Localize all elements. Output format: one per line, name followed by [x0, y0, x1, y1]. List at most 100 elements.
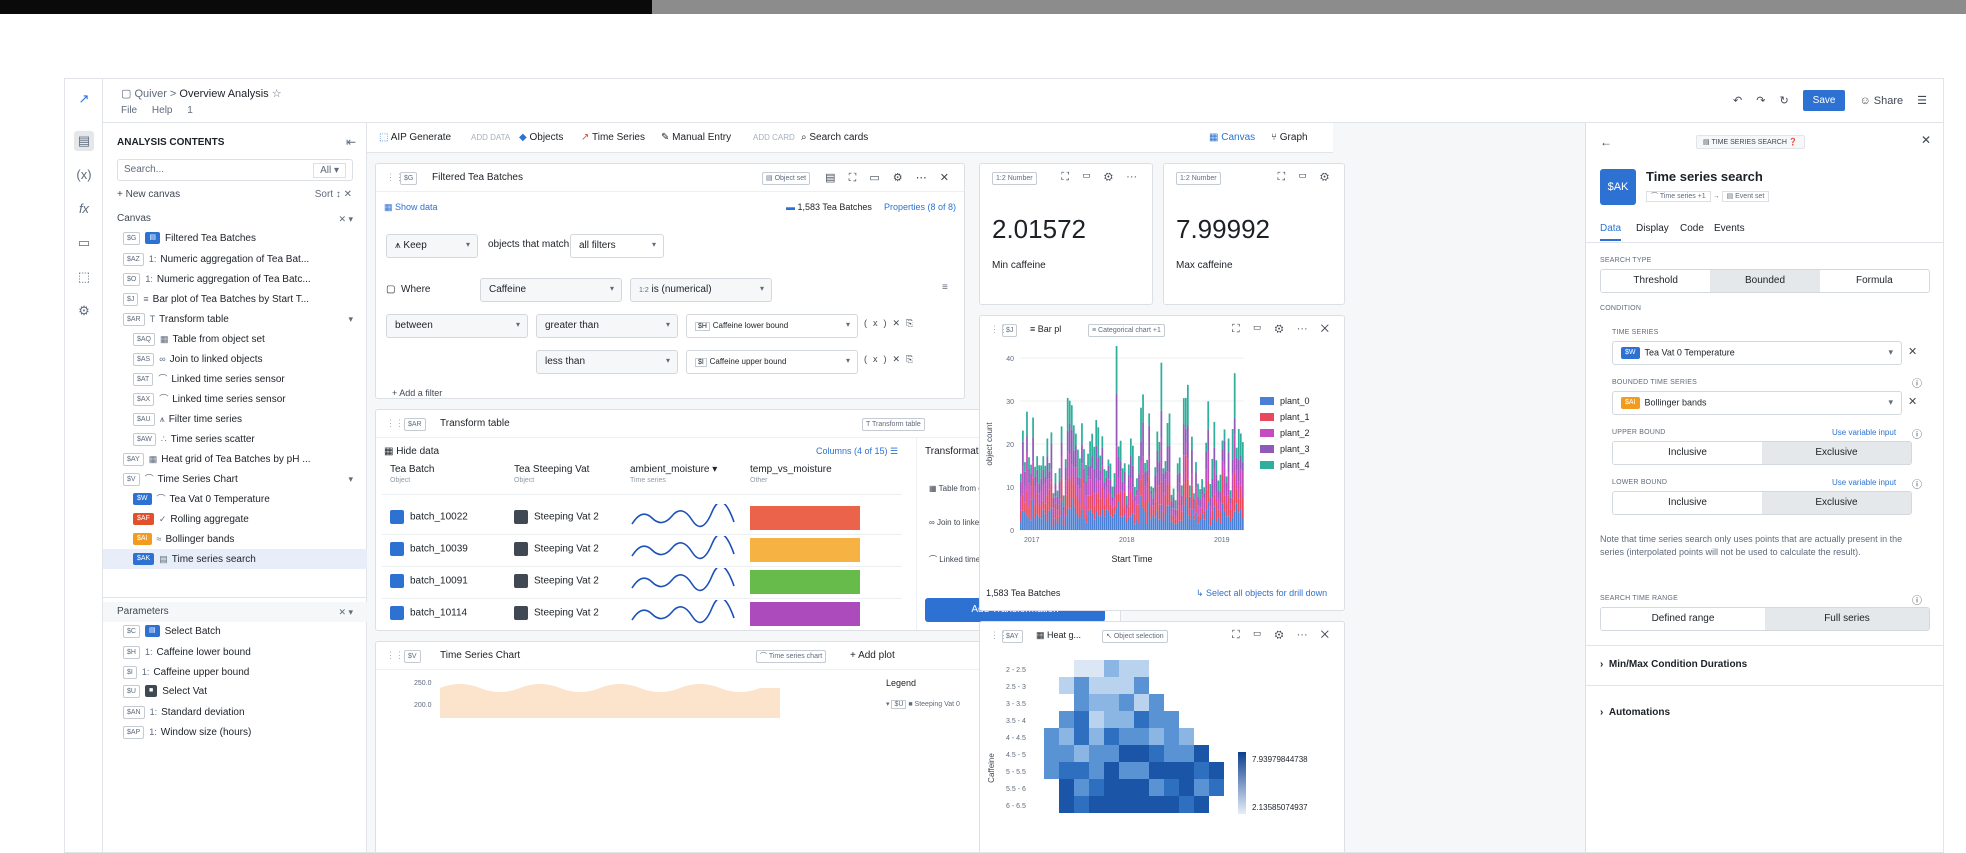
tree-item[interactable]: $V ⌒ Time Series Chart ▾	[103, 469, 367, 489]
lower-exclusive-option[interactable]: Exclusive	[1762, 492, 1911, 514]
tree-item[interactable]: $AI ≈ Bollinger bands	[103, 529, 367, 549]
monitor-icon[interactable]: ▭	[74, 233, 94, 253]
keep-select[interactable]: ⩚ Keep ▾	[386, 234, 478, 258]
batch-cell[interactable]: batch_10114	[390, 606, 467, 620]
param-item[interactable]: $I 1: Caffeine upper bound	[103, 662, 367, 682]
sort-button[interactable]: Sort ↕ ✕	[315, 189, 352, 200]
upper-use-variable-link[interactable]: Use variable input	[1832, 428, 1896, 437]
undo-icon[interactable]: ↶	[1733, 94, 1742, 107]
tree-item[interactable]: $AZ 1: Numeric aggregation of Tea Bat...	[103, 249, 367, 269]
properties-link[interactable]: Properties (8 of 8)	[884, 202, 956, 212]
vat-cell[interactable]: Steeping Vat 2	[514, 574, 599, 588]
range-select[interactable]: between ▾	[386, 314, 528, 338]
search-cards-button[interactable]: ⌕ Search cards	[801, 132, 868, 143]
card-actions[interactable]: ⛶ ▭ ⚙	[1277, 171, 1334, 184]
card-title[interactable]: ≡ Bar pl	[1030, 324, 1061, 334]
threshold-option[interactable]: Threshold	[1601, 270, 1711, 292]
full-series-option[interactable]: Full series	[1765, 608, 1929, 630]
drill-down-link[interactable]: ↳ Select all objects for drill down	[1196, 588, 1327, 599]
breadcrumb-app[interactable]: Quiver	[134, 88, 166, 100]
share-button[interactable]: ☺ Share	[1859, 95, 1903, 107]
card-title[interactable]: Time Series Chart	[440, 650, 520, 661]
chevron-down-icon[interactable]: ▾	[348, 469, 353, 489]
drag-handle-icon[interactable]: ⋮⋮	[386, 418, 404, 429]
lower-use-variable-link[interactable]: Use variable input	[1832, 478, 1896, 487]
drag-handle-icon[interactable]: ⋮⋮	[386, 650, 404, 661]
vat-cell[interactable]: Steeping Vat 2	[514, 606, 599, 620]
vat-cell[interactable]: Steeping Vat 2	[514, 542, 599, 556]
minmax-section[interactable]: › Min/Max Condition Durations	[1600, 659, 1747, 670]
card-title[interactable]: Filtered Tea Batches	[432, 172, 523, 183]
column-header[interactable]: Tea Batch	[390, 464, 434, 475]
lower-bound-actions[interactable]: (x)✕⎘	[864, 318, 919, 329]
aip-generate-button[interactable]: ⬚ AIP Generate	[379, 132, 451, 143]
tree-item[interactable]: $W ⌒ Tea Vat 0 Temperature	[103, 489, 367, 509]
remove-time-series-icon[interactable]: ✕	[1908, 345, 1917, 358]
tree-item[interactable]: $AS ∞ Join to linked objects	[103, 349, 367, 369]
time-series-button[interactable]: ↗ Time Series	[581, 132, 645, 143]
contents-icon[interactable]: ▤	[74, 131, 94, 151]
column-header[interactable]: temp_vs_moisture	[750, 464, 832, 475]
param-item[interactable]: $H 1: Caffeine lower bound	[103, 642, 367, 662]
batch-cell[interactable]: batch_10039	[390, 542, 468, 556]
tree-item[interactable]: $AX ⌒ Linked time series sensor	[103, 389, 367, 409]
tree-item[interactable]: $AF ✓ Rolling aggregate	[103, 509, 367, 529]
history-icon[interactable]: ↻	[1779, 94, 1788, 107]
param-item[interactable]: $AN 1: Standard deviation	[103, 702, 367, 722]
settings-icon[interactable]: ⚙	[74, 301, 94, 321]
greater-than-select[interactable]: greater than ▾	[536, 314, 678, 338]
menu-file[interactable]: File	[121, 105, 137, 116]
redo-icon[interactable]: ↷	[1756, 94, 1765, 107]
table-row[interactable]: batch_10039 Steeping Vat 2	[382, 536, 902, 567]
property-select[interactable]: Caffeine ▾	[480, 278, 622, 302]
tree-item[interactable]: $AT ⌒ Linked time series sensor	[103, 369, 367, 389]
tree-item[interactable]: $AY ▦ Heat grid of Tea Batches by pH ...	[103, 449, 367, 469]
manual-entry-button[interactable]: ✎ Manual Entry	[661, 132, 731, 143]
table-row[interactable]: batch_10114 Steeping Vat 2	[382, 600, 902, 628]
tab-data[interactable]: Data	[1600, 223, 1622, 241]
less-than-select[interactable]: less than ▾	[536, 350, 678, 374]
automations-section[interactable]: › Automations	[1600, 707, 1670, 718]
operator-select[interactable]: 1:2 is (numerical) ▾	[630, 278, 772, 302]
upper-bound-select[interactable]: $I Caffeine upper bound ▾	[686, 350, 858, 374]
card-title[interactable]: ▦ Heat g...	[1036, 630, 1081, 641]
bounded-option[interactable]: Bounded	[1710, 270, 1820, 292]
bounded-select[interactable]: $AI Bollinger bands ▾	[1612, 391, 1902, 415]
lower-inclusive-option[interactable]: Inclusive	[1613, 492, 1762, 514]
contents-search-input[interactable]: Search... All ▾	[117, 159, 353, 181]
lower-bound-select[interactable]: $H Caffeine lower bound ▾	[686, 314, 858, 338]
chevron-down-icon[interactable]: ▾	[348, 309, 353, 329]
tree-item[interactable]: $AR T Transform table ▾	[103, 309, 367, 329]
info-icon[interactable]: ⓘ	[1912, 375, 1922, 390]
variables-icon[interactable]: (x)	[74, 165, 94, 185]
list-icon[interactable]: ☰	[1917, 94, 1927, 107]
column-header[interactable]: ambient_moisture ▾	[630, 464, 717, 475]
canvas-section[interactable]: Canvas ✕ ▾	[103, 209, 367, 229]
add-plot-button[interactable]: + Add plot	[850, 650, 895, 661]
filter-options-icon[interactable]: ≡	[942, 282, 948, 293]
legend-item[interactable]: ▾ $U ■ Steeping Vat 0	[886, 700, 960, 709]
graph-tab[interactable]: ⑂ Graph	[1271, 132, 1308, 143]
defined-range-option[interactable]: Defined range	[1601, 608, 1765, 630]
tab-events[interactable]: Events	[1714, 223, 1745, 234]
panel-title[interactable]: Time series search	[1646, 169, 1763, 184]
columns-link[interactable]: Columns (4 of 15) ☰	[816, 446, 898, 457]
tree-item[interactable]: $AW ∴ Time series scatter	[103, 429, 367, 449]
star-icon[interactable]: ☆	[272, 88, 282, 100]
info-icon[interactable]: ⓘ	[1912, 426, 1922, 441]
save-button[interactable]: Save	[1802, 90, 1846, 111]
hide-data-button[interactable]: ▦ Hide data	[384, 446, 439, 457]
tree-item[interactable]: $O 1: Numeric aggregation of Tea Batc...	[103, 269, 367, 289]
tree-item[interactable]: $G ▤ Filtered Tea Batches	[103, 229, 367, 249]
tree-item[interactable]: $AU ⩚ Filter time series	[103, 409, 367, 429]
param-item[interactable]: $C ▤ Select Batch	[103, 622, 367, 642]
menu-help[interactable]: Help	[152, 105, 173, 116]
parameters-header[interactable]: Parameters ✕ ▾	[103, 602, 367, 622]
column-header[interactable]: Tea Steeping Vat	[514, 464, 589, 475]
filter-select[interactable]: All ▾	[313, 163, 346, 178]
remove-bounded-icon[interactable]: ✕	[1908, 395, 1917, 408]
collapse-icon[interactable]: ✕ ▾	[338, 209, 353, 229]
card-actions[interactable]: ⛶ ▭ ⚙ ⋯ ✕	[1232, 323, 1334, 336]
match-mode-select[interactable]: all filters ▾	[570, 234, 664, 258]
table-row[interactable]: batch_10022 Steeping Vat 2	[382, 504, 902, 535]
